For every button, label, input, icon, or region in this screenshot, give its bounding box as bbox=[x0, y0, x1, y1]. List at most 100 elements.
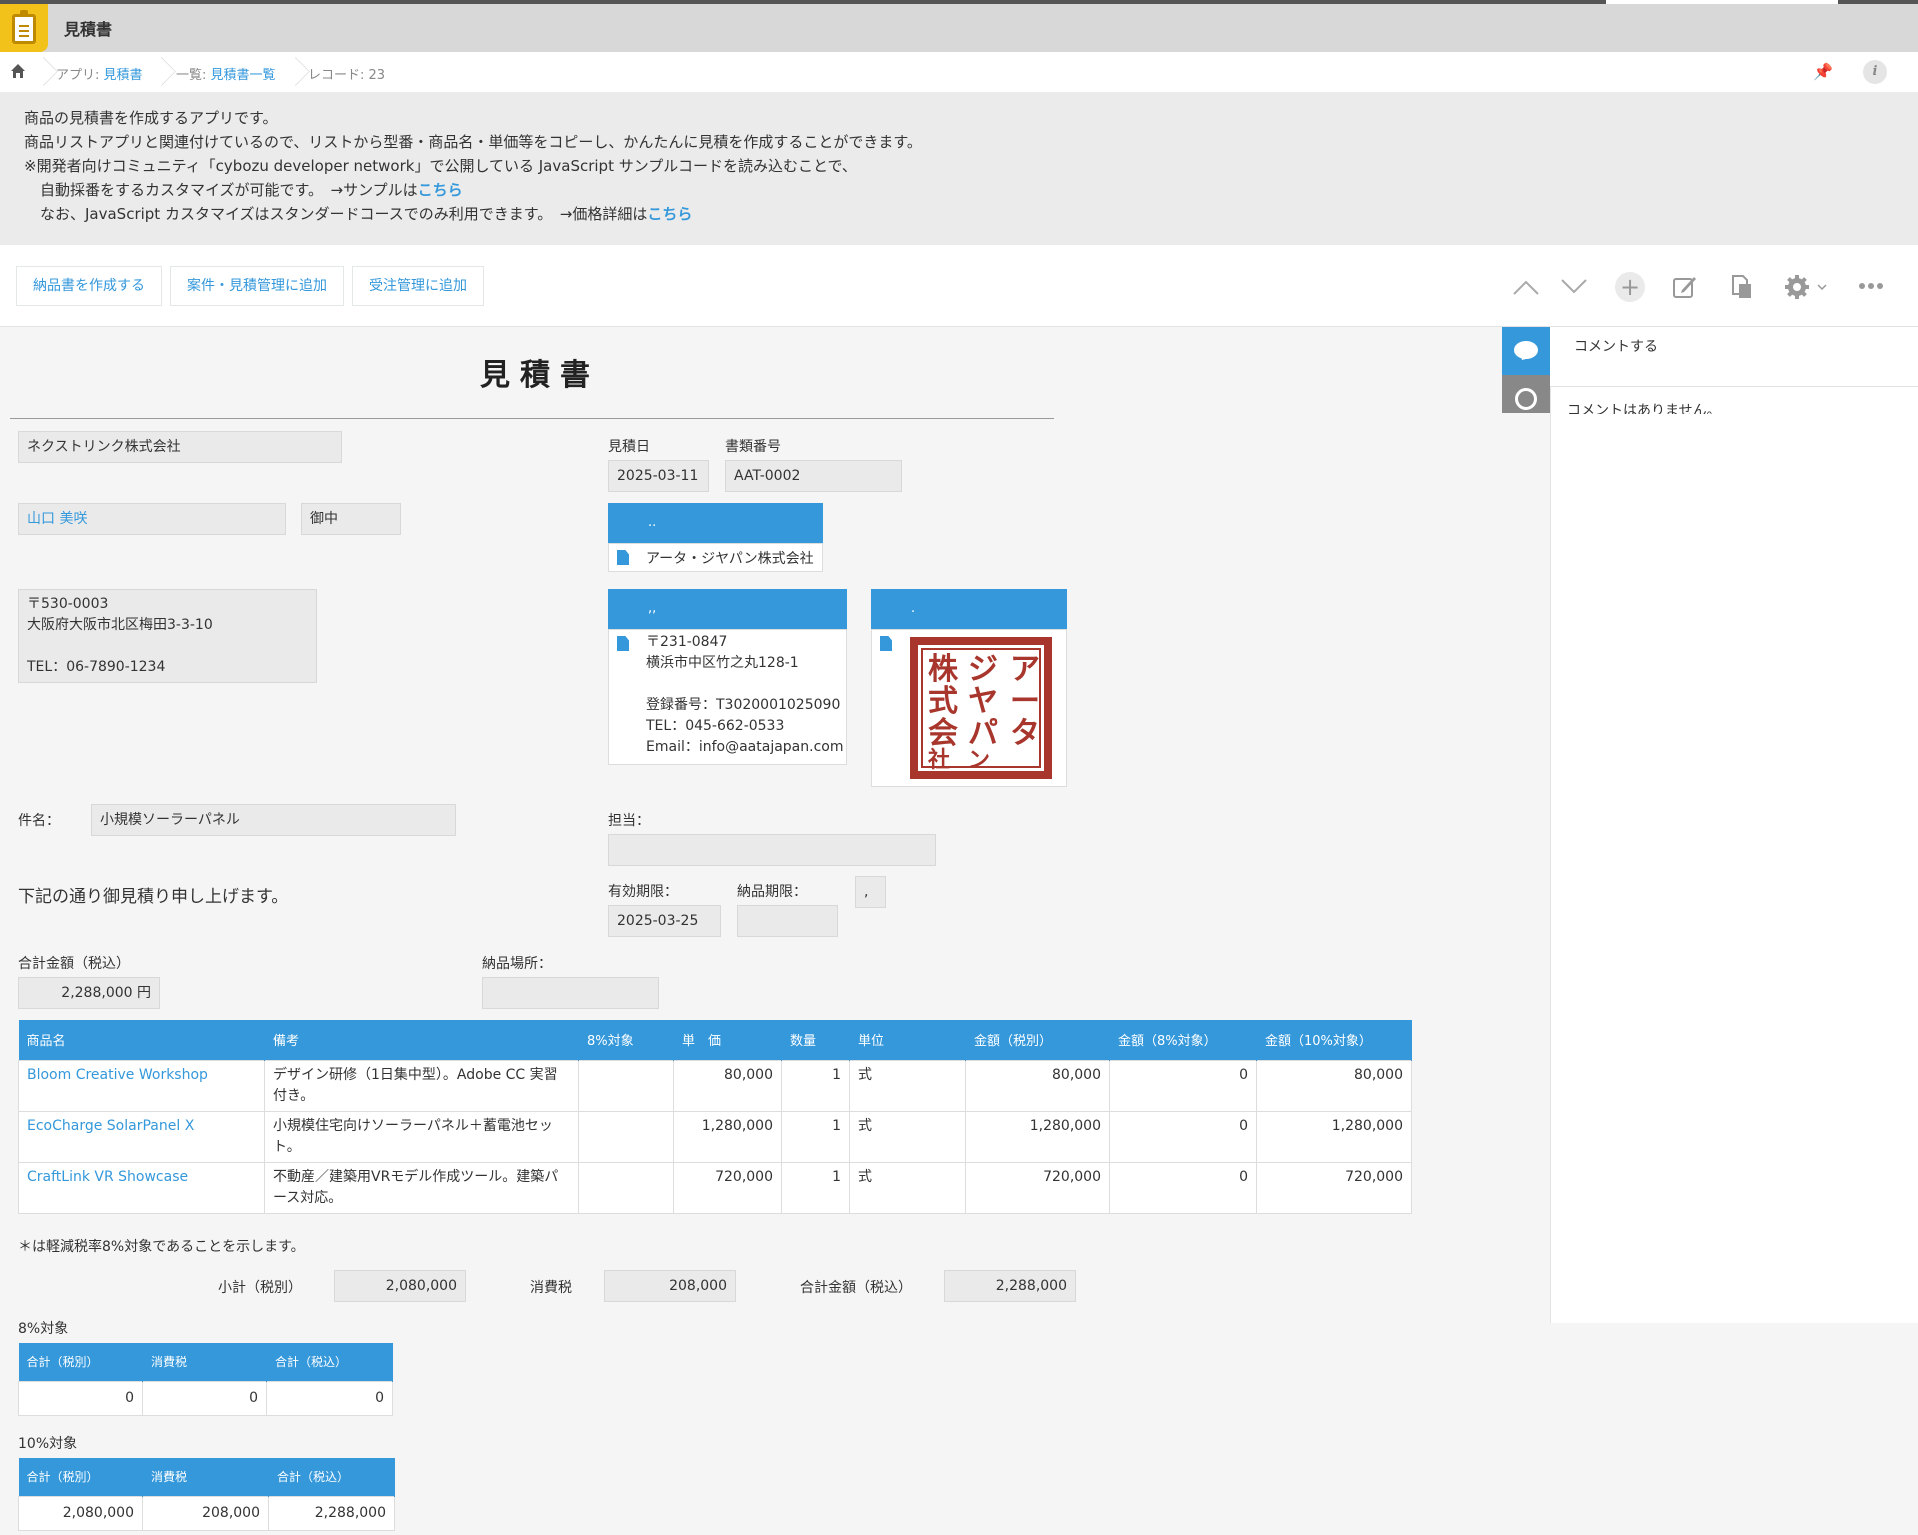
company-seal-image[interactable]: アータ ジヤパン 株式会社 bbox=[906, 633, 1056, 783]
doc-number-field[interactable]: AAT-0002 bbox=[725, 460, 902, 492]
col-header-amount-8: 金額（8%対象） bbox=[1109, 1020, 1257, 1060]
valid-date-field[interactable]: 2025-03-25 bbox=[608, 905, 721, 937]
items-header-row: 商品名 備考 8%対象 単 価 数量 単位 金額（税別） 金額（8%対象） 金額… bbox=[18, 1020, 1412, 1060]
home-icon[interactable] bbox=[10, 63, 26, 79]
tax8-col-gross: 合計（税込） bbox=[266, 1343, 393, 1381]
duplicate-icon[interactable] bbox=[1730, 274, 1754, 300]
description-line: なお、JavaScript カスタマイズはスタンダードコースでのみ利用できます。… bbox=[24, 202, 1894, 226]
tax-label: 消費税 bbox=[530, 1280, 572, 1296]
ref-company-value[interactable]: アータ・ジヤパン株式会社 bbox=[646, 548, 814, 568]
chevron-down-icon[interactable] bbox=[1560, 278, 1588, 296]
valid-date-label: 有効期限： bbox=[608, 884, 678, 900]
create-delivery-button[interactable]: 納品書を作成する bbox=[16, 266, 162, 306]
info-icon[interactable]: i bbox=[1863, 60, 1887, 84]
svg-text:会: 会 bbox=[928, 716, 958, 751]
comment-button[interactable]: コメントする bbox=[1574, 336, 1658, 356]
col-header-note: 備考 bbox=[264, 1020, 579, 1060]
sample-link[interactable]: こちら bbox=[418, 181, 463, 199]
honorific-field[interactable]: 御中 bbox=[301, 503, 401, 535]
svg-text:式: 式 bbox=[928, 684, 958, 719]
price-link[interactable]: こちら bbox=[647, 205, 692, 223]
breadcrumb-list-link[interactable]: 見積書一覧 bbox=[211, 68, 276, 83]
app-title-bar bbox=[0, 4, 1918, 52]
total-field[interactable]: 2,288,000 円 bbox=[18, 977, 160, 1009]
breadcrumb-separator bbox=[154, 52, 168, 92]
title-divider bbox=[10, 418, 1054, 419]
tax8-net: 0 bbox=[18, 1380, 143, 1416]
customer-address-text: 〒530-0003 大阪府大阪市北区梅田3-3-10 TEL：06-7890-1… bbox=[27, 596, 213, 675]
qty-cell: 1 bbox=[781, 1059, 850, 1112]
estimate-date-field[interactable]: 2025-03-11 bbox=[608, 460, 709, 492]
edit-icon[interactable] bbox=[1672, 274, 1698, 300]
breadcrumb-separator bbox=[36, 52, 50, 92]
total-label: 合計金額（税込） bbox=[18, 956, 130, 972]
tax8-title: 8%対象 bbox=[18, 1321, 69, 1337]
table-row: 2,080,000 208,000 2,288,000 bbox=[18, 1495, 395, 1531]
small-field[interactable]: , bbox=[855, 876, 886, 908]
clipboard-icon[interactable] bbox=[0, 4, 48, 52]
customer-company-field[interactable]: ネクストリンク株式会社 bbox=[18, 431, 342, 463]
add-case-button[interactable]: 案件・見積管理に追加 bbox=[170, 266, 344, 306]
subtotal-field[interactable]: 2,080,000 bbox=[334, 1270, 466, 1302]
tax8-cell bbox=[578, 1059, 674, 1112]
breadcrumb-list[interactable]: 一覧: 見積書一覧 bbox=[176, 64, 276, 83]
no-comments-text: コメントはありません。 bbox=[1567, 403, 1721, 414]
ref-address-value[interactable]: 〒231-0847 横浜市中区竹之丸128-1 登録番号：T3020001025… bbox=[646, 632, 843, 758]
staff-field[interactable] bbox=[608, 834, 936, 866]
history-tab-icon[interactable] bbox=[1502, 375, 1550, 413]
breadcrumb-list-prefix: 一覧: bbox=[176, 68, 211, 83]
svg-text:株: 株 bbox=[928, 652, 959, 687]
table-row: Bloom Creative Workshop デザイン研修（1日集中型）。Ad… bbox=[18, 1059, 1412, 1112]
col-header-unit-price: 単 価 bbox=[673, 1020, 782, 1060]
subject-label: 件名： bbox=[18, 813, 60, 829]
delivery-limit-field[interactable] bbox=[737, 905, 838, 937]
chevron-down-small-icon[interactable] bbox=[1816, 282, 1828, 292]
grand-total-field[interactable]: 2,288,000 bbox=[944, 1270, 1076, 1302]
staff-label: 担当： bbox=[608, 813, 650, 829]
items-table: 商品名 備考 8%対象 単 価 数量 単位 金額（税別） 金額（8%対象） 金額… bbox=[18, 1020, 1412, 1214]
svg-text:ヤ: ヤ bbox=[968, 684, 998, 719]
description-text: 自動採番をするカスタマイズが可能です。 →サンプルは bbox=[40, 181, 418, 199]
app-title: 見積書 bbox=[64, 20, 113, 39]
greeting-text: 下記の通り御見積り申し上げます。 bbox=[18, 887, 289, 907]
description-line: 自動採番をするカスタマイズが可能です。 →サンプルはこちら bbox=[24, 178, 1894, 202]
comment-tab-icon[interactable] bbox=[1502, 327, 1550, 375]
breadcrumb-app-link[interactable]: 見積書 bbox=[104, 68, 143, 83]
description-line: 商品リストアプリと関連付けているので、リストから型番・商品名・単価等をコピーし、… bbox=[24, 133, 922, 151]
product-link[interactable]: CraftLink VR Showcase bbox=[18, 1161, 265, 1214]
svg-text:タ: タ bbox=[1010, 716, 1040, 751]
unit-price-cell: 80,000 bbox=[673, 1059, 782, 1112]
product-link[interactable]: EcoCharge SolarPanel X bbox=[18, 1110, 265, 1163]
tax-field[interactable]: 208,000 bbox=[604, 1270, 736, 1302]
pin-icon[interactable]: 📌 bbox=[1813, 62, 1833, 81]
unit-cell: 式 bbox=[849, 1059, 966, 1112]
add-record-icon[interactable]: + bbox=[1615, 272, 1645, 302]
unit-cell: 式 bbox=[849, 1110, 966, 1163]
tax10-tax: 208,000 bbox=[142, 1495, 269, 1531]
breadcrumb-app[interactable]: アプリ: 見積書 bbox=[56, 64, 143, 83]
product-link[interactable]: Bloom Creative Workshop bbox=[18, 1059, 265, 1112]
tax8-tax: 0 bbox=[142, 1380, 267, 1416]
add-order-button[interactable]: 受注管理に追加 bbox=[352, 266, 484, 306]
amount-cell: 720,000 bbox=[965, 1161, 1110, 1214]
svg-text:社: 社 bbox=[928, 747, 950, 773]
svg-text:ン: ン bbox=[968, 747, 990, 773]
unit-cell: 式 bbox=[849, 1161, 966, 1214]
place-field[interactable] bbox=[482, 977, 659, 1009]
tax10-net: 2,080,000 bbox=[18, 1495, 143, 1531]
tax8-header-row: 合計（税別） 消費税 合計（税込） bbox=[18, 1343, 393, 1381]
customer-address-field[interactable]: 〒530-0003 大阪府大阪市北区梅田3-3-10 TEL：06-7890-1… bbox=[18, 589, 317, 683]
tax10-col-net: 合計（税別） bbox=[18, 1458, 143, 1496]
svg-text:ジ: ジ bbox=[968, 652, 998, 687]
customer-person-field[interactable]: 山口 美咲 bbox=[18, 503, 286, 535]
more-options-icon[interactable] bbox=[1858, 282, 1884, 290]
document-title: 見積書 bbox=[480, 358, 600, 393]
doc-number-label: 書類番号 bbox=[725, 439, 781, 455]
ref-seal-header: . bbox=[871, 589, 1067, 629]
gear-icon[interactable] bbox=[1784, 274, 1810, 300]
chevron-up-icon[interactable] bbox=[1512, 278, 1540, 296]
subject-field[interactable]: 小規模ソーラーパネル bbox=[91, 804, 456, 836]
qty-cell: 1 bbox=[781, 1110, 850, 1163]
unit-price-cell: 1,280,000 bbox=[673, 1110, 782, 1163]
sidebar-panel bbox=[1550, 327, 1918, 1323]
